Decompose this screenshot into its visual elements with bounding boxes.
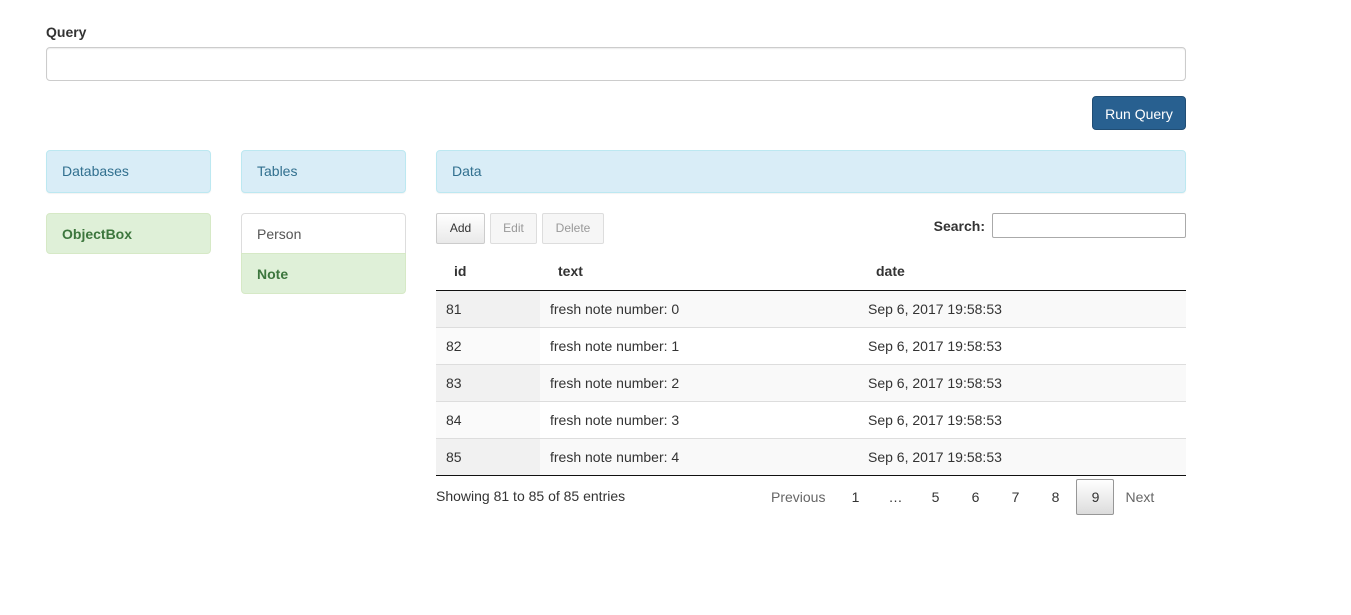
databases-list: ObjectBox [46,213,211,254]
table-info: Showing 81 to 85 of 85 entries [436,488,626,504]
table-row[interactable]: 85 fresh note number: 4 Sep 6, 2017 19:5… [436,437,1186,476]
cell-date: Sep 6, 2017 19:58:53 [858,326,1186,364]
table-row[interactable]: 84 fresh note number: 3 Sep 6, 2017 19:5… [436,400,1186,438]
query-input[interactable] [46,47,1186,81]
table-toolbar: Add Edit Delete [436,213,604,244]
edit-button[interactable]: Edit [490,213,537,244]
table-header-row: id text date [436,252,1186,291]
page-9-button[interactable]: 9 [1076,479,1115,515]
page-7-button[interactable]: 7 [996,479,1034,515]
column-header-text[interactable]: text [540,252,858,291]
cell-date: Sep 6, 2017 19:58:53 [858,363,1186,401]
table-item-note[interactable]: Note [241,253,406,294]
databases-panel-heading: Databases [46,150,211,193]
cell-date: Sep 6, 2017 19:58:53 [858,290,1186,327]
run-query-button[interactable]: Run Query [1092,96,1186,130]
pagination: Previous 1 … 5 6 7 8 9 Next [760,479,1163,515]
page-1-button[interactable]: 1 [836,479,874,515]
tables-panel-heading: Tables [241,150,406,193]
cell-date: Sep 6, 2017 19:58:53 [858,400,1186,438]
cell-text: fresh note number: 3 [540,400,858,438]
previous-page-button[interactable]: Previous [762,479,834,515]
column-header-id[interactable]: id [436,252,540,291]
page-6-button[interactable]: 6 [956,479,994,515]
tables-list: Person Note [241,213,406,294]
page-5-button[interactable]: 5 [916,479,954,515]
table-row[interactable]: 83 fresh note number: 2 Sep 6, 2017 19:5… [436,363,1186,401]
database-item-objectbox[interactable]: ObjectBox [46,213,211,254]
cell-text: fresh note number: 4 [540,437,858,476]
data-panel-heading: Data [436,150,1186,193]
search-area: Search: [934,213,1186,238]
search-label: Search: [933,217,985,234]
search-input[interactable] [992,213,1186,238]
table-item-person[interactable]: Person [241,213,406,254]
query-label: Query [46,24,87,40]
cell-text: fresh note number: 1 [540,326,858,364]
cell-id: 83 [436,363,540,401]
cell-id: 84 [436,400,540,438]
column-header-date[interactable]: date [858,252,1186,291]
delete-button[interactable]: Delete [542,213,604,244]
next-page-button[interactable]: Next [1116,479,1163,515]
add-button[interactable]: Add [436,213,485,244]
table-row[interactable]: 82 fresh note number: 1 Sep 6, 2017 19:5… [436,326,1186,364]
cell-id: 81 [436,290,540,327]
cell-id: 82 [436,326,540,364]
cell-date: Sep 6, 2017 19:58:53 [858,437,1186,476]
pagination-ellipsis: … [888,489,903,505]
table-row[interactable]: 81 fresh note number: 0 Sep 6, 2017 19:5… [436,290,1186,327]
cell-text: fresh note number: 0 [540,290,858,327]
page-8-button[interactable]: 8 [1036,479,1074,515]
data-table: id text date 81 fresh note number: 0 Sep… [436,252,1186,476]
cell-text: fresh note number: 2 [540,363,858,401]
cell-id: 85 [436,437,540,476]
